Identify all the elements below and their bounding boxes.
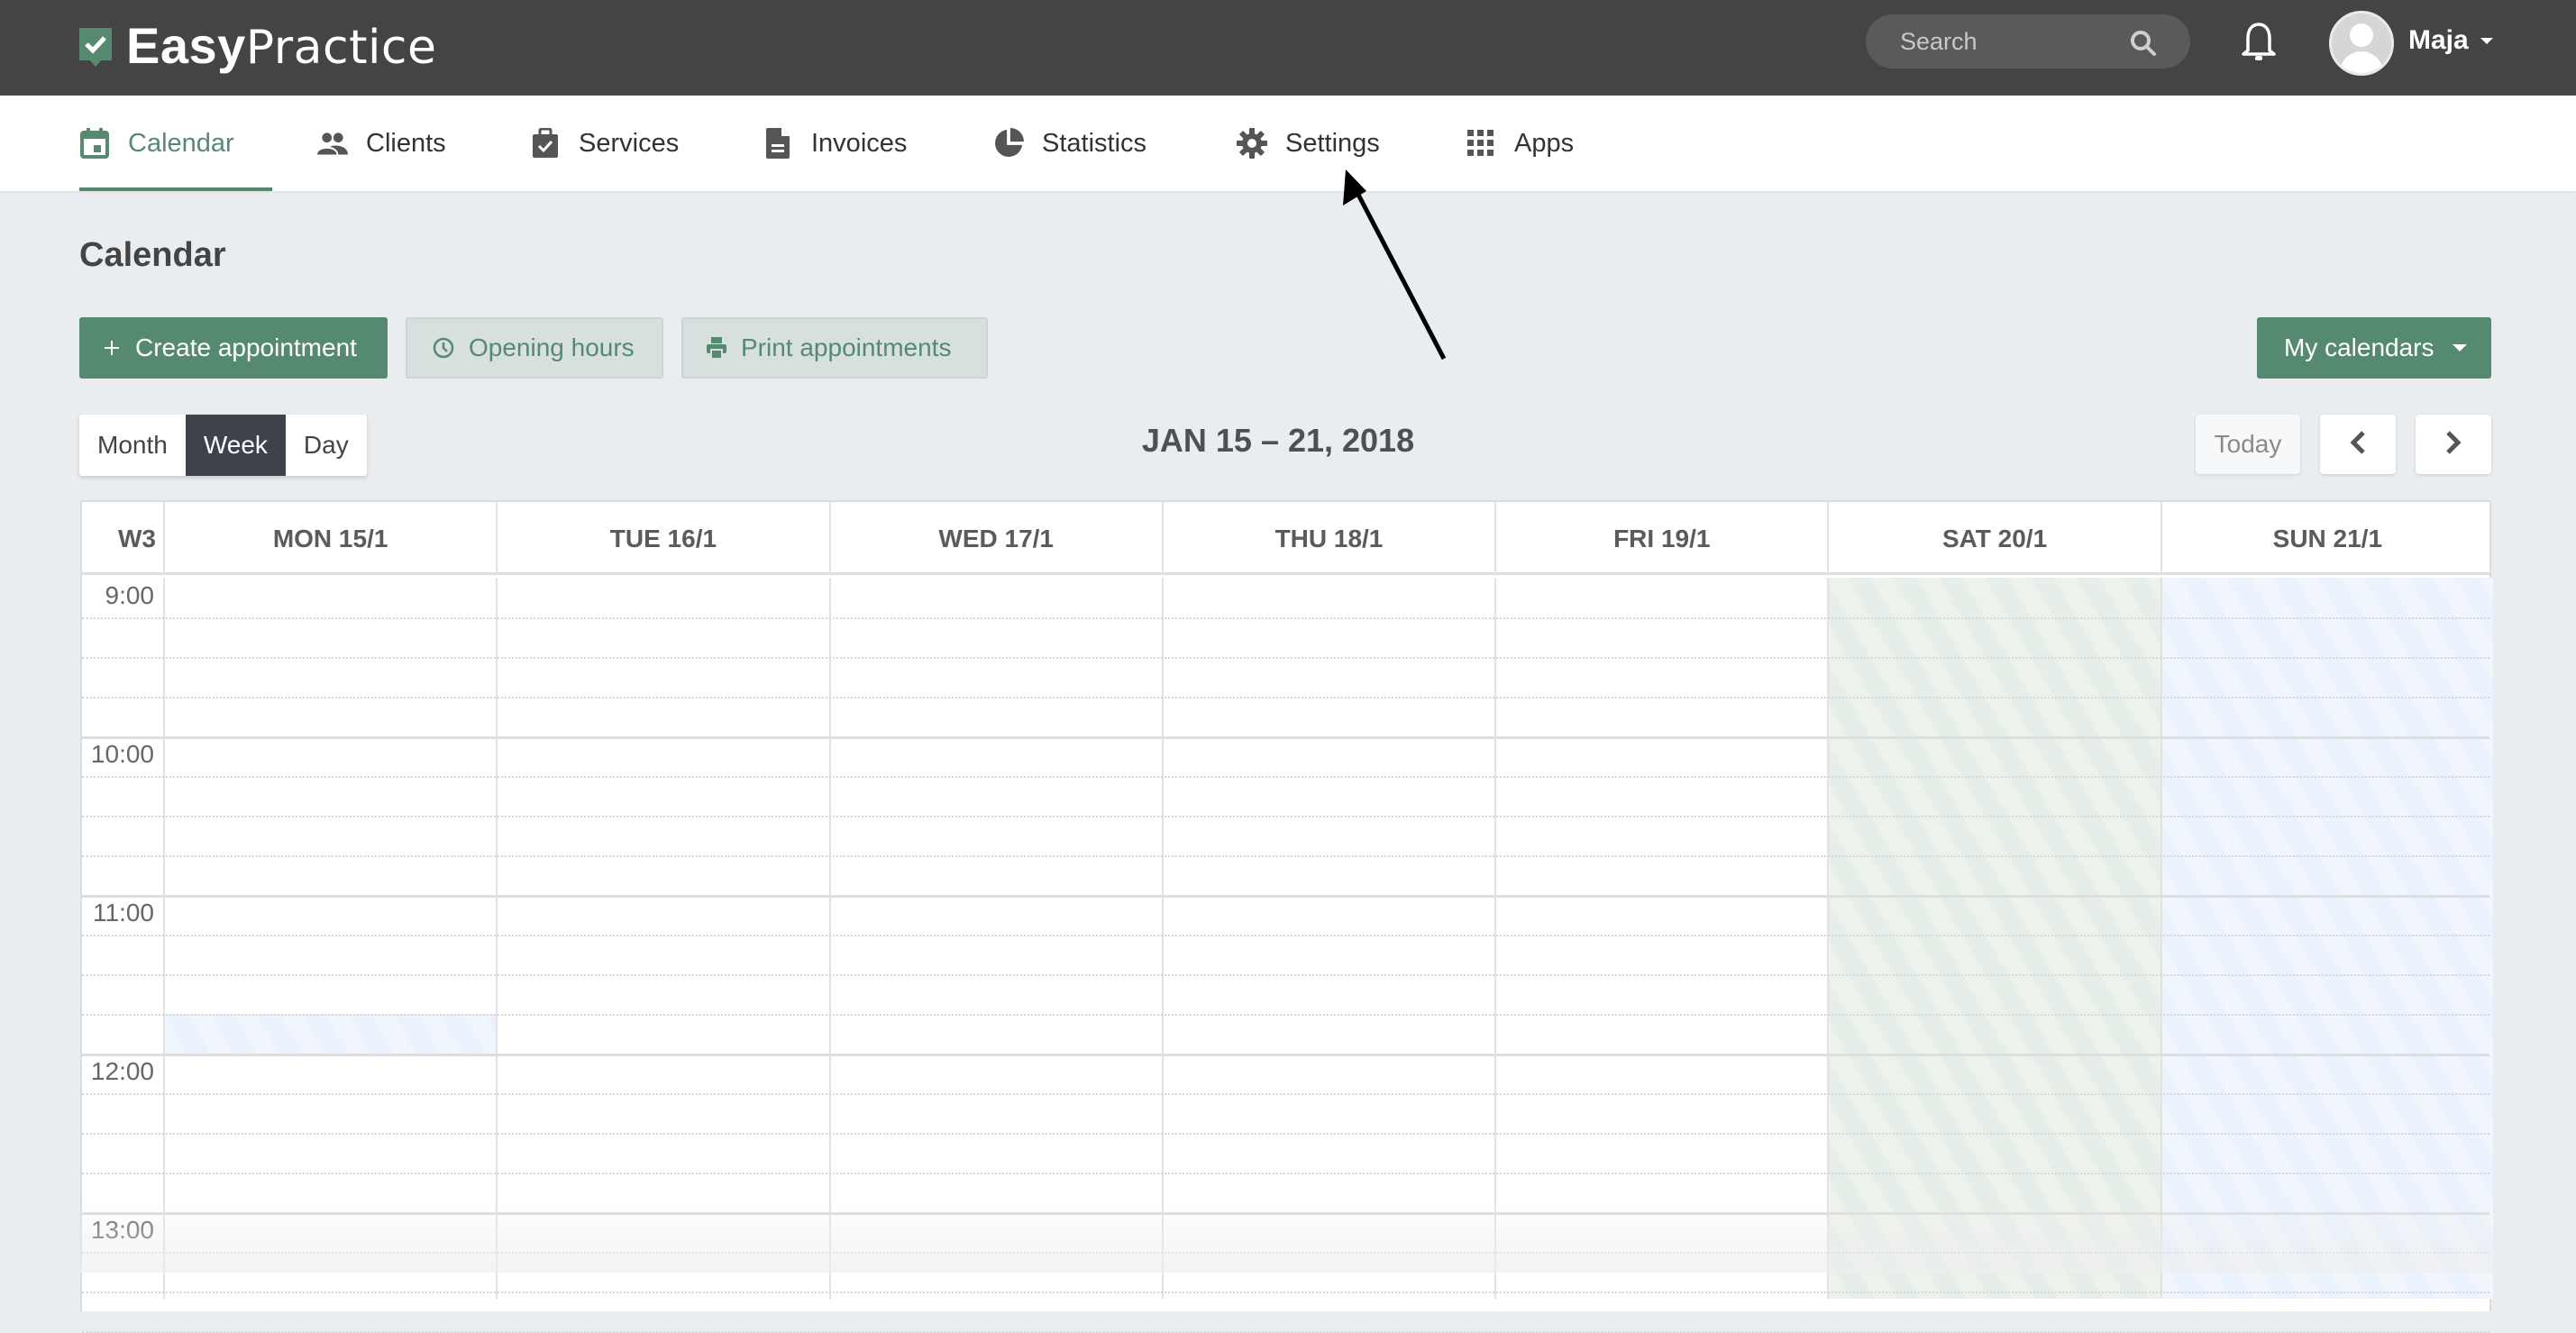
search-box[interactable]	[1866, 14, 2190, 68]
main-nav: Calendar Clients Services Invoices Stati…	[0, 96, 2576, 191]
time-label: 12:00	[90, 1057, 154, 1085]
user-name[interactable]: Maja	[2408, 25, 2469, 56]
nav-item-invoices[interactable]: Invoices	[763, 96, 907, 191]
hour-line	[82, 736, 2489, 739]
top-bar: EasyPractice Maja	[0, 0, 2576, 96]
grid-icon	[1466, 128, 1496, 159]
pie-chart-icon	[993, 128, 1024, 159]
chevron-left-icon	[2349, 430, 2367, 460]
nav-item-statistics[interactable]: Statistics	[993, 96, 1146, 191]
people-icon	[317, 128, 348, 159]
week-calendar: W3 MON 15/1 TUE 16/1 WED 17/1 THU 18/1 FRI 1…	[80, 500, 2493, 1333]
hour-line	[82, 1054, 2489, 1056]
time-label: 9:00	[105, 581, 155, 609]
time-label: 10:00	[90, 740, 154, 768]
user-avatar-icon[interactable]	[2329, 11, 2394, 76]
chevron-right-icon	[2444, 430, 2462, 460]
quarter-line	[82, 657, 2489, 659]
nav-item-clients[interactable]: Clients	[317, 96, 446, 191]
hour-line	[82, 1212, 2489, 1215]
logo[interactable]: EasyPractice	[79, 17, 437, 75]
nav-item-services[interactable]: Services	[530, 96, 679, 191]
chevron-down-icon	[2452, 344, 2467, 352]
calendar-body: 9:00 10:00 11:00 12:00 13:00	[82, 578, 2493, 1333]
quarter-line	[82, 776, 2489, 778]
page-title: Calendar	[79, 236, 226, 274]
nav-label-invoices: Invoices	[811, 128, 908, 158]
nav-label-settings: Settings	[1285, 128, 1380, 158]
day-header[interactable]: MON 15/1	[163, 502, 496, 575]
quarter-line	[82, 617, 2489, 619]
day-column[interactable]	[828, 578, 1162, 1299]
plus-icon	[103, 339, 121, 357]
quarter-line	[82, 1252, 2489, 1254]
next-week-button[interactable]	[2416, 415, 2491, 474]
view-toggle: Month Week Day	[79, 415, 367, 476]
gear-icon	[1237, 128, 1267, 159]
document-icon	[763, 128, 793, 159]
nav-label-calendar: Calendar	[128, 128, 234, 158]
opening-hours-button[interactable]: Opening hours	[406, 317, 663, 379]
day-column[interactable]	[1161, 578, 1494, 1299]
day-header[interactable]: SUN 21/1	[2160, 502, 2493, 575]
quarter-line	[82, 935, 2489, 936]
day-column[interactable]	[2160, 578, 2493, 1299]
print-appointments-button[interactable]: Print appointments	[681, 317, 988, 379]
view-day-button[interactable]: Day	[286, 415, 367, 476]
day-column[interactable]	[496, 578, 828, 1299]
my-calendars-label: My calendars	[2284, 333, 2434, 361]
printer-icon	[707, 337, 726, 359]
bell-icon[interactable]	[2241, 22, 2277, 63]
view-week-button[interactable]: Week	[185, 415, 286, 476]
create-appointment-button[interactable]: Create appointment	[79, 317, 388, 379]
day-column[interactable]	[1494, 578, 1827, 1299]
time-label: 13:00	[90, 1216, 154, 1244]
hover-slot[interactable]	[165, 1014, 497, 1054]
quarter-line	[82, 816, 2489, 817]
user-menu-caret-icon[interactable]	[2480, 38, 2493, 44]
time-label: 11:00	[93, 899, 154, 927]
quarter-line	[82, 1173, 2489, 1174]
search-icon[interactable]	[2129, 29, 2158, 58]
nav-item-settings[interactable]: Settings	[1237, 96, 1380, 191]
calendar-icon	[79, 128, 110, 159]
nav-label-services: Services	[579, 128, 680, 158]
week-number: W3	[118, 524, 156, 552]
opening-hours-label: Opening hours	[469, 333, 635, 361]
quarter-line	[82, 1133, 2489, 1135]
brand-light: Practice	[245, 21, 437, 75]
nav-label-apps: Apps	[1514, 128, 1575, 158]
nav-item-apps[interactable]: Apps	[1466, 96, 1574, 191]
date-range-title: JAN 15 – 21, 2018	[1141, 422, 1415, 459]
day-column[interactable]	[163, 578, 496, 1299]
nav-item-calendar[interactable]: Calendar	[79, 96, 272, 191]
brand-bold: Easy	[126, 17, 246, 74]
today-button[interactable]: Today	[2196, 415, 2300, 474]
calendar-header-row: W3 MON 15/1 TUE 16/1 WED 17/1 THU 18/1 FRI 1…	[82, 502, 2489, 575]
previous-week-button[interactable]	[2320, 415, 2396, 474]
quarter-line	[82, 1093, 2489, 1095]
quarter-line	[82, 1292, 2489, 1293]
day-column[interactable]	[1827, 578, 2160, 1299]
day-header[interactable]: SAT 20/1	[1827, 502, 2160, 575]
search-input[interactable]	[1900, 25, 2116, 58]
day-header[interactable]: FRI 19/1	[1494, 502, 1827, 575]
print-appointments-label: Print appointments	[741, 333, 952, 361]
quarter-line	[82, 855, 2489, 857]
quarter-line	[82, 974, 2489, 976]
view-month-button[interactable]: Month	[79, 415, 186, 476]
briefcase-check-icon	[530, 128, 561, 159]
create-appointment-label: Create appointment	[135, 333, 357, 361]
logo-check-icon	[79, 28, 112, 67]
day-header[interactable]: THU 18/1	[1161, 502, 1494, 575]
hour-line	[82, 895, 2489, 898]
day-header[interactable]: TUE 16/1	[496, 502, 828, 575]
my-calendars-button[interactable]: My calendars	[2257, 317, 2491, 379]
quarter-line	[82, 697, 2489, 698]
nav-label-statistics: Statistics	[1042, 128, 1147, 158]
day-header[interactable]: WED 17/1	[828, 502, 1162, 575]
clock-icon	[433, 337, 454, 359]
nav-label-clients: Clients	[366, 128, 446, 158]
quarter-line	[82, 1014, 2489, 1016]
